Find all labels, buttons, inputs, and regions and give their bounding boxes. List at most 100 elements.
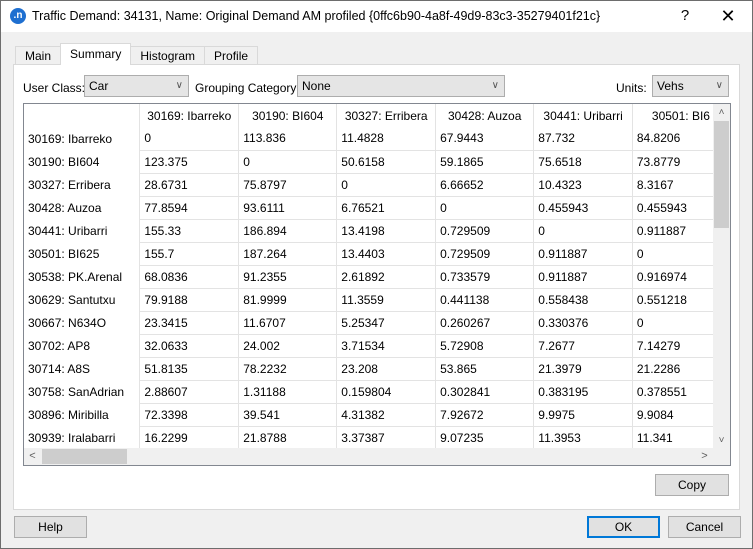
table-cell[interactable]: 11.3559 xyxy=(336,288,437,312)
close-icon[interactable]: ✕ xyxy=(713,4,743,28)
table-cell[interactable]: 2.88607 xyxy=(139,380,240,404)
table-cell[interactable]: 23.208 xyxy=(336,357,437,381)
table-cell[interactable]: 13.4403 xyxy=(336,242,437,266)
grouping-category-select[interactable]: None ∨ xyxy=(297,75,505,97)
table-cell[interactable]: 0.302841 xyxy=(435,380,535,404)
tab-profile[interactable]: Profile xyxy=(204,46,259,65)
table-cell[interactable]: 2.61892 xyxy=(336,265,437,289)
table-cell[interactable]: 93.6111 xyxy=(238,196,338,220)
table-cell[interactable]: 75.8797 xyxy=(238,173,338,197)
od-matrix-table[interactable]: 30169: Ibarreko 30190: BI604 30327: Erri… xyxy=(23,103,731,466)
vertical-scroll-thumb[interactable] xyxy=(714,121,729,228)
help-button[interactable]: Help xyxy=(14,516,87,538)
table-cell[interactable]: 5.72908 xyxy=(435,334,535,358)
table-cell[interactable]: 77.8594 xyxy=(139,196,240,220)
table-cell[interactable]: 32.0633 xyxy=(139,334,240,358)
table-cell[interactable]: 10.4323 xyxy=(533,173,633,197)
ok-button[interactable]: OK xyxy=(587,516,660,538)
table-cell[interactable]: 9.07235 xyxy=(435,426,535,450)
scroll-up-icon[interactable]: ˄ xyxy=(713,104,730,121)
row-header[interactable]: 30714: A8S xyxy=(24,357,141,380)
table-cell[interactable]: 11.3953 xyxy=(533,426,633,450)
table-cell[interactable]: 21.3979 xyxy=(533,357,633,381)
table-cell[interactable]: 67.9443 xyxy=(435,127,535,151)
units-select[interactable]: Vehs ∨ xyxy=(652,75,729,97)
table-cell[interactable]: 6.76521 xyxy=(336,196,437,220)
table-cell[interactable]: 155.33 xyxy=(139,219,240,243)
table-cell[interactable]: 11.4828 xyxy=(336,127,437,151)
column-header[interactable]: 30190: BI604 xyxy=(238,104,338,127)
column-header[interactable]: 30428: Auzoa xyxy=(435,104,535,127)
table-cell[interactable]: 5.25347 xyxy=(336,311,437,335)
table-cell[interactable]: 0.441138 xyxy=(435,288,535,312)
table-cell[interactable]: 0.260267 xyxy=(435,311,535,335)
table-cell[interactable]: 16.2299 xyxy=(139,426,240,450)
table-cell[interactable]: 13.4198 xyxy=(336,219,437,243)
table-cell[interactable]: 79.9188 xyxy=(139,288,240,312)
row-header[interactable]: 30538: PK.Arenal xyxy=(24,265,141,288)
column-header[interactable]: 30441: Uribarri xyxy=(533,104,633,127)
table-cell[interactable]: 21.8788 xyxy=(238,426,338,450)
cancel-button[interactable]: Cancel xyxy=(668,516,741,538)
row-header[interactable]: 30896: Miribilla xyxy=(24,403,141,426)
row-header[interactable]: 30190: BI604 xyxy=(24,150,141,173)
table-cell[interactable]: 0.729509 xyxy=(435,219,535,243)
table-cell[interactable]: 0.911887 xyxy=(533,242,633,266)
table-cell[interactable]: 0.733579 xyxy=(435,265,535,289)
table-cell[interactable]: 68.0836 xyxy=(139,265,240,289)
table-cell[interactable]: 50.6158 xyxy=(336,150,437,174)
column-header[interactable]: 30169: Ibarreko xyxy=(139,104,240,127)
tab-main[interactable]: Main xyxy=(15,46,62,65)
scroll-left-icon[interactable]: < xyxy=(24,448,41,465)
table-cell[interactable]: 0.558438 xyxy=(533,288,633,312)
table-cell[interactable]: 187.264 xyxy=(238,242,338,266)
row-header[interactable]: 30939: Iralabarri xyxy=(24,426,141,449)
copy-button[interactable]: Copy xyxy=(655,474,729,496)
table-cell[interactable]: 53.865 xyxy=(435,357,535,381)
table-cell[interactable]: 155.7 xyxy=(139,242,240,266)
row-header[interactable]: 30667: N634O xyxy=(24,311,141,334)
table-cell[interactable]: 113.836 xyxy=(238,127,338,151)
column-header[interactable]: 30327: Erribera xyxy=(336,104,437,127)
table-cell[interactable]: 72.3398 xyxy=(139,403,240,427)
row-header[interactable]: 30428: Auzoa xyxy=(24,196,141,219)
help-icon[interactable]: ? xyxy=(677,7,693,24)
user-class-select[interactable]: Car ∨ xyxy=(84,75,189,97)
scroll-right-icon[interactable]: > xyxy=(696,448,713,465)
tab-histogram[interactable]: Histogram xyxy=(130,46,206,65)
table-cell[interactable]: 28.6731 xyxy=(139,173,240,197)
tab-summary[interactable]: Summary xyxy=(60,43,132,65)
row-header[interactable]: 30501: BI625 xyxy=(24,242,141,265)
table-cell[interactable]: 3.37387 xyxy=(336,426,437,450)
scroll-down-icon[interactable]: ˅ xyxy=(713,432,730,449)
table-cell[interactable]: 39.541 xyxy=(238,403,338,427)
table-cell[interactable]: 9.9975 xyxy=(533,403,633,427)
table-cell[interactable]: 0.159804 xyxy=(336,380,437,404)
table-cell[interactable]: 23.3415 xyxy=(139,311,240,335)
row-header[interactable]: 30702: AP8 xyxy=(24,334,141,357)
table-cell[interactable]: 78.2232 xyxy=(238,357,338,381)
table-cell[interactable]: 0.455943 xyxy=(533,196,633,220)
table-cell[interactable]: 6.66652 xyxy=(435,173,535,197)
table-cell[interactable]: 0.330376 xyxy=(533,311,633,335)
row-header[interactable]: 30169: Ibarreko xyxy=(24,127,141,150)
table-cell[interactable]: 0 xyxy=(533,219,633,243)
vertical-scrollbar[interactable]: ˄ ˅ xyxy=(713,104,730,449)
table-cell[interactable]: 0 xyxy=(238,150,338,174)
table-cell[interactable]: 186.894 xyxy=(238,219,338,243)
table-cell[interactable]: 59.1865 xyxy=(435,150,535,174)
table-cell[interactable]: 0.729509 xyxy=(435,242,535,266)
table-cell[interactable]: 0 xyxy=(336,173,437,197)
table-cell[interactable]: 3.71534 xyxy=(336,334,437,358)
row-header[interactable]: 30758: SanAdrian xyxy=(24,380,141,403)
table-cell[interactable]: 51.8135 xyxy=(139,357,240,381)
table-cell[interactable]: 75.6518 xyxy=(533,150,633,174)
table-cell[interactable]: 0 xyxy=(435,196,535,220)
table-cell[interactable]: 0.911887 xyxy=(533,265,633,289)
row-header[interactable]: 30629: Santutxu xyxy=(24,288,141,311)
table-cell[interactable]: 7.2677 xyxy=(533,334,633,358)
horizontal-scroll-thumb[interactable] xyxy=(42,449,127,464)
row-header[interactable]: 30441: Uribarri xyxy=(24,219,141,242)
table-cell[interactable]: 24.002 xyxy=(238,334,338,358)
table-cell[interactable]: 81.9999 xyxy=(238,288,338,312)
